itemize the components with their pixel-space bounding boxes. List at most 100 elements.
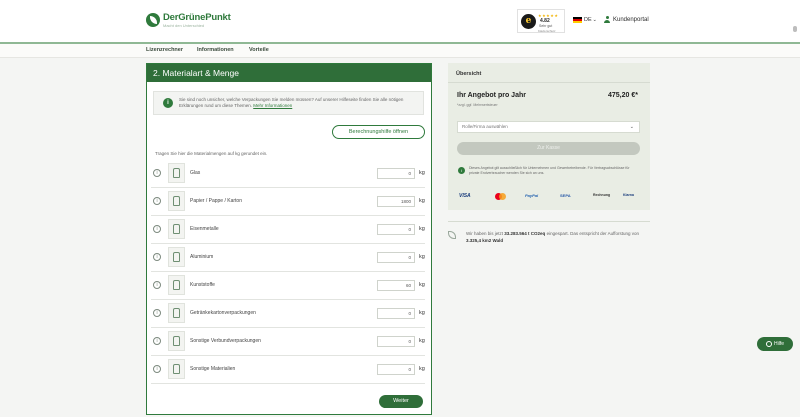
aluminium-icon [168,247,185,267]
info-icon: i [458,167,465,174]
logo-name: DerGrünePunkt [163,12,231,23]
material-label: Getränkekartonverpackungen [190,310,256,316]
material-card: 2. Materialart & Menge i Sie sind noch u… [146,63,432,415]
info-text: Sie sind noch unsicher, welche Verpackun… [179,97,414,109]
language-selector[interactable]: DE ⌄ [573,17,597,23]
material-row-composites: i Sonstige Verbundverpackungen kg [151,328,425,356]
klarna-icon: Klarna [623,193,634,197]
visa-icon: VISA [459,193,471,199]
unit-label: kg [419,310,425,316]
unit-label: kg [419,170,425,176]
german-flag-icon [573,17,582,23]
unit-label: kg [419,226,425,232]
material-quantity-input[interactable] [377,280,415,291]
unit-label: kg [419,338,425,344]
paypal-icon: PayPal [525,193,539,198]
material-label: Glas [190,170,201,176]
unit-label: kg [419,198,425,204]
unit-label: kg [419,366,425,372]
unit-label: kg [419,282,425,288]
nav-item-informationen[interactable]: Informationen [197,47,234,53]
material-row-other: i Sonstige Materialien kg [151,356,425,384]
glass-icon [168,163,185,183]
other-material-icon [168,359,185,379]
card-title: 2. Materialart & Menge [153,68,239,78]
material-row-paper: i Papier / Pappe / Karton kg [151,188,425,216]
material-quantity-input[interactable] [377,168,415,179]
material-quantity-input[interactable] [377,308,415,319]
paper-icon [168,191,185,211]
customer-portal-link[interactable]: Kundenportal [604,16,649,23]
material-hint: Tragen Sie hier die Materialmengen auf k… [155,151,268,156]
info-circle-icon[interactable]: i [153,169,161,177]
material-quantity-input[interactable] [377,196,415,207]
offer-price: 475,20 €* [608,92,638,99]
invoice-icon: Rechnung [593,193,611,197]
logo-tagline: Macht den Unterschied [163,22,205,28]
leaf-icon [448,231,456,239]
material-row-plastics: i Kunststoffe kg [151,272,425,300]
material-label: Aluminium [190,254,214,260]
co2-area: 3.325,4 km2 Wald [466,238,504,243]
next-button[interactable]: Weiter [379,395,423,408]
info-circle-icon[interactable]: i [153,309,161,317]
question-icon [765,340,772,347]
trust-label: Sehr gut [539,24,553,28]
unit-label: kg [419,254,425,260]
material-quantity-input[interactable] [377,336,415,347]
info-icon: i [163,98,173,108]
info-box: i Sie sind noch unsicher, welche Verpack… [153,91,424,115]
chevron-down-icon: ⌄ [592,17,597,23]
info-circle-icon[interactable]: i [153,253,161,261]
material-row-glass: i Glas kg [151,160,425,188]
role-select[interactable]: Rolle/Firma auswählen ⌄ [457,121,640,133]
info-circle-icon[interactable]: i [153,365,161,373]
material-quantity-input[interactable] [377,252,415,263]
co2-amount: 33.283.564 t CO2eq [504,231,546,236]
summary-title: Übersicht [456,71,482,77]
main-nav: Lizenzrechner Informationen Vorteile [0,44,800,58]
help-button[interactable]: Hilfe [757,337,793,351]
language-label: DE [584,17,592,23]
material-quantity-input[interactable] [377,364,415,375]
material-label: Sonstige Materialien [190,366,236,372]
offer-label: Ihr Angebot pro Jahr [457,92,526,99]
material-label: Papier / Pappe / Karton [190,198,242,204]
trust-badge[interactable]: e ★★★★★ 4.82 Sehr gut Käuferschutz [517,9,565,33]
info-circle-icon[interactable]: i [153,337,161,345]
material-quantity-input[interactable] [377,224,415,235]
sepa-icon: SEPA [560,193,571,198]
info-link[interactable]: Mehr Informationen [253,103,292,108]
co2-prefix: Wir haben bis jetzt [466,231,504,236]
user-icon [604,16,610,23]
logo[interactable]: DerGrünePunkt Macht den Unterschied [146,13,231,28]
material-label: Kunststoffe [190,282,215,288]
nav-item-lizenzrechner[interactable]: Lizenzrechner [146,47,183,53]
info-circle-icon[interactable]: i [153,197,161,205]
logo-icon [146,13,160,28]
mastercard-icon [495,193,507,200]
calculation-help-button[interactable]: Berechnungshilfe öffnen [332,125,425,139]
nav-item-vorteile[interactable]: Vorteile [249,47,269,53]
co2-savings-text: Wir haben bis jetzt 33.283.564 t CO2eq e… [466,230,641,244]
can-icon [168,219,185,239]
card-header: 2. Materialart & Menge [147,64,431,82]
checkout-button[interactable]: Zur Kasse [457,142,640,155]
scrollbar-thumb[interactable] [793,26,797,32]
material-row-beverage-cartons: i Getränkekartonverpackungen kg [151,300,425,328]
carton-icon [168,303,185,323]
chevron-down-icon: ⌄ [629,124,634,130]
info-circle-icon[interactable]: i [153,281,161,289]
summary-panel: Übersicht Ihr Angebot pro Jahr 475,20 €*… [448,63,650,210]
composite-pack-icon [168,331,185,351]
site-header: DerGrünePunkt Macht den Unterschied e ★★… [0,0,800,42]
material-row-aluminium: i Aluminium kg [151,244,425,272]
trust-sub: Käuferschutz [538,29,556,33]
price-footnote: *zzgl. ggf. Mehrwertsteuer [457,103,498,107]
info-circle-icon[interactable]: i [153,225,161,233]
material-row-ferrous: i Eisenmetalle kg [151,216,425,244]
co2-middle: eingespart. Das entspricht der Aufforstu… [546,231,640,236]
trust-e-icon: e [521,14,536,29]
material-label: Eisenmetalle [190,226,219,232]
bottle-icon [168,275,185,295]
